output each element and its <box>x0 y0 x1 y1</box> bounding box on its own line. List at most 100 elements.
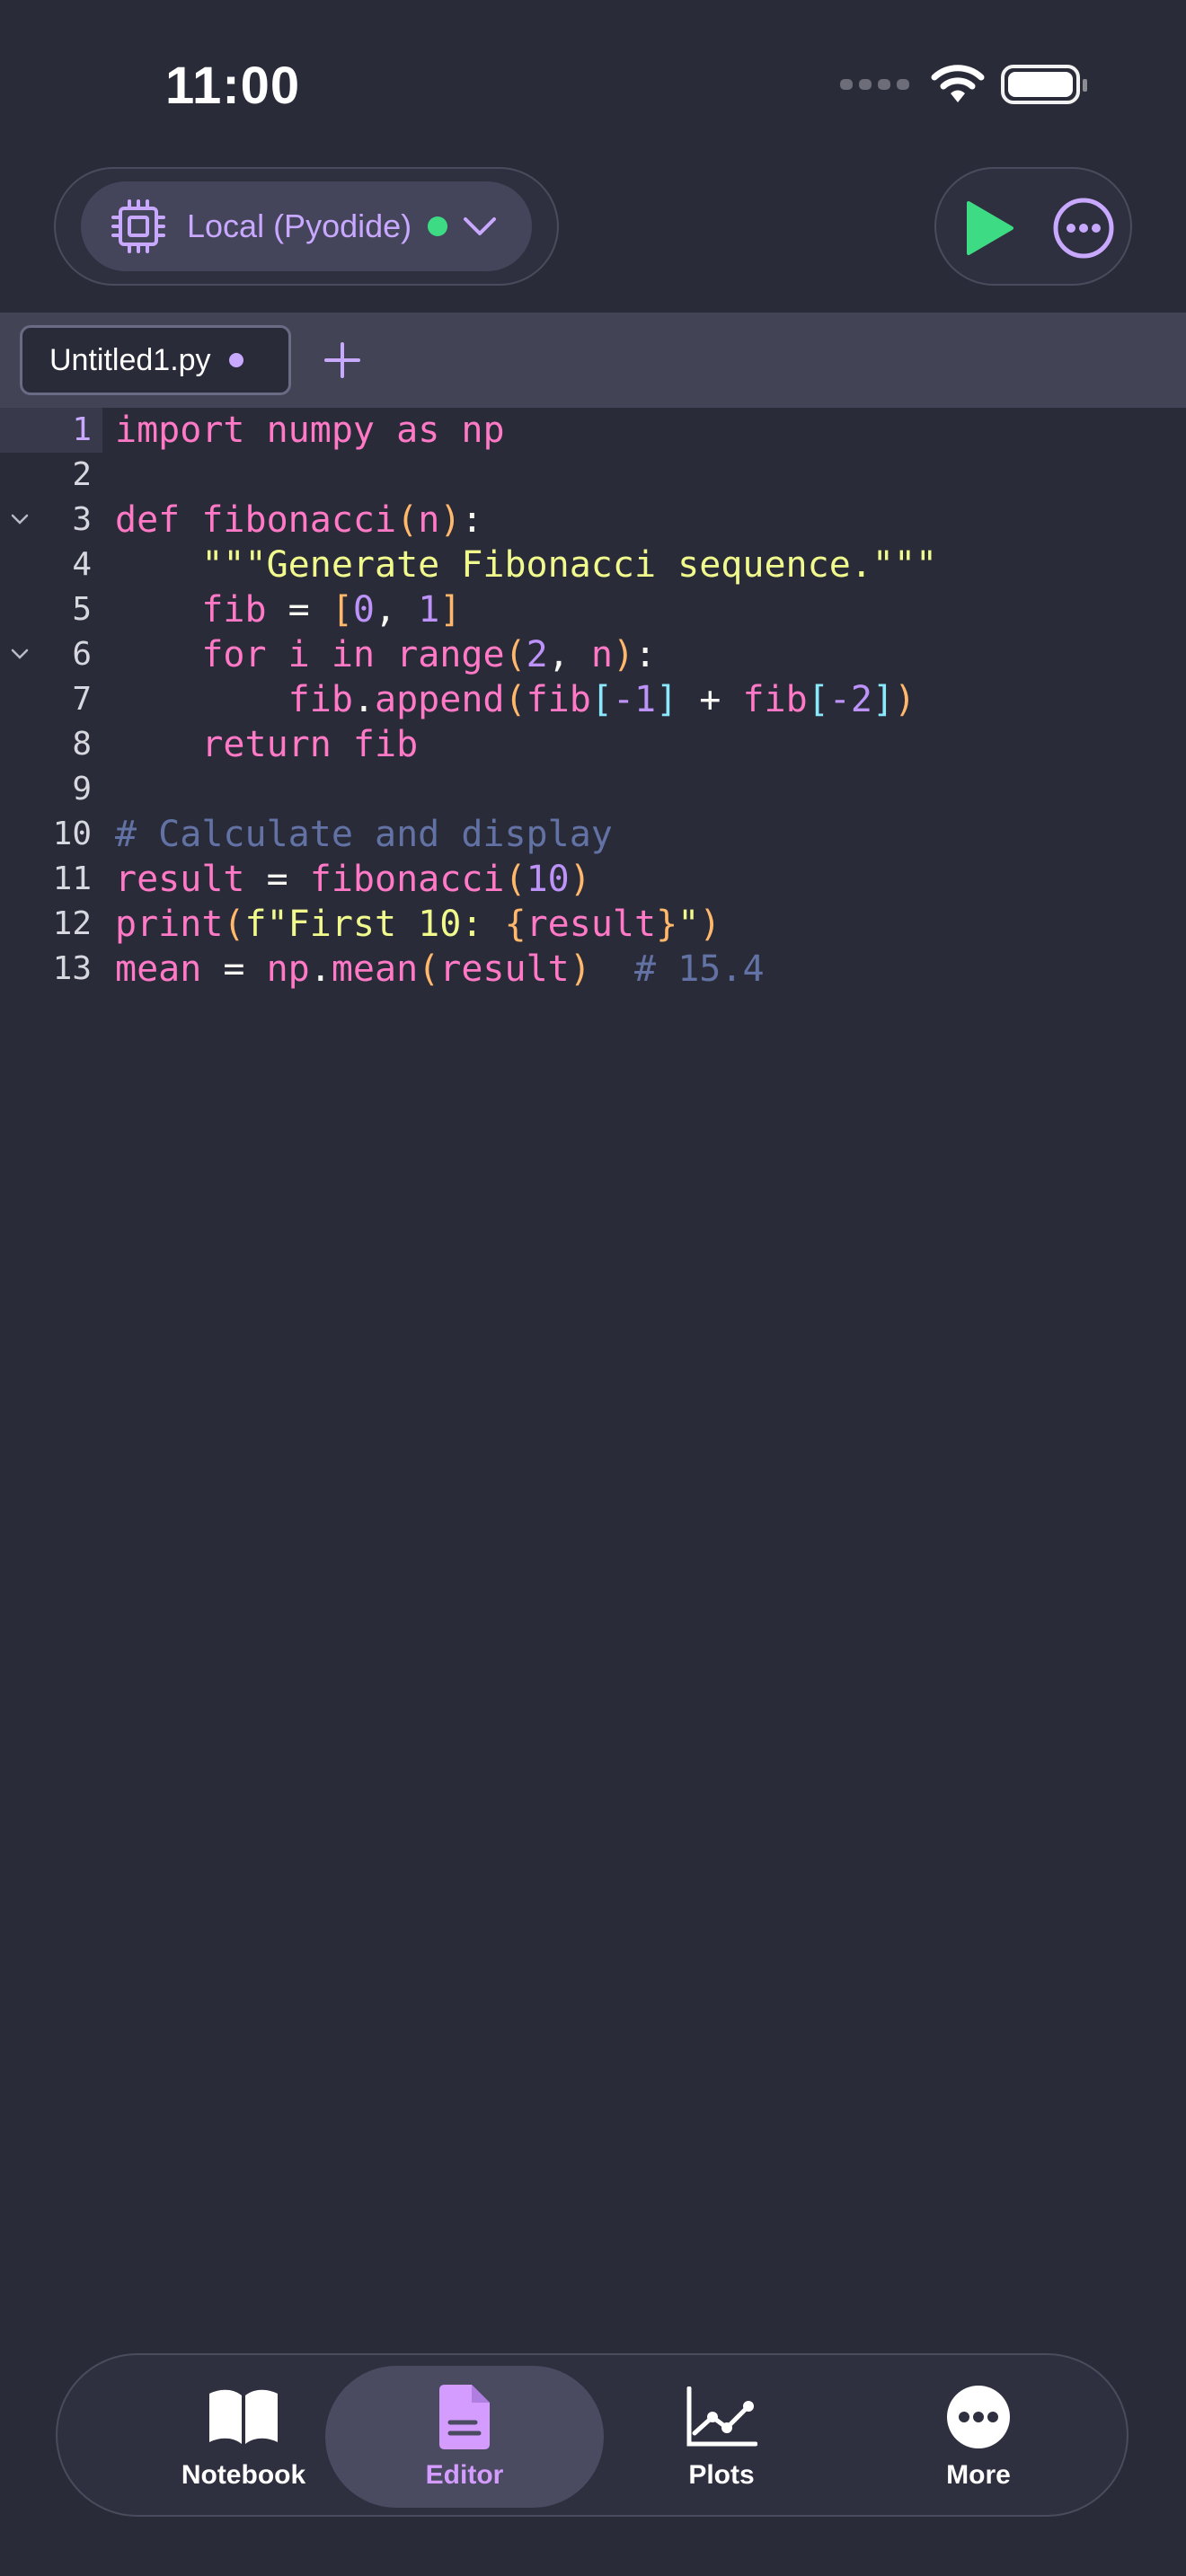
code-line[interactable]: 3 def fibonacci(n): <box>0 498 1186 543</box>
add-tab-button[interactable] <box>320 338 365 383</box>
code-token: , <box>547 634 591 675</box>
line-number: 10 <box>52 816 92 852</box>
file-tab[interactable]: Untitled1.py <box>20 325 291 395</box>
code-line[interactable]: 4 """Generate Fibonacci sequence.""" <box>0 543 1186 587</box>
code-token: ( <box>396 499 419 541</box>
code-token: import <box>115 410 245 451</box>
code-token: ] <box>439 589 462 631</box>
code-token: ] <box>656 679 678 720</box>
code-line[interactable]: 13 mean = np.mean(result) # 15.4 <box>0 947 1186 992</box>
more-icon <box>947 2386 1010 2448</box>
line-number: 12 <box>52 905 92 942</box>
code-line[interactable]: 6 for i in range(2, n): <box>0 632 1186 677</box>
code-token: fib <box>742 679 808 720</box>
file-tab-name: Untitled1.py <box>49 342 211 377</box>
code-token: " <box>677 904 700 945</box>
nav-item-editor[interactable]: Editor <box>325 2366 604 2508</box>
nav-item-more[interactable]: More <box>839 2366 1118 2508</box>
code-text: return fib <box>115 722 418 767</box>
line-number: 4 <box>72 546 92 583</box>
code-token: ) <box>569 948 591 990</box>
code-token: ) <box>894 679 916 720</box>
code-line[interactable]: 9 <box>0 767 1186 812</box>
code-token: = <box>244 859 310 900</box>
code-line[interactable]: 8 return fib <box>0 722 1186 767</box>
code-text: print(f"First 10: {result}") <box>115 902 721 947</box>
cpu-chip-icon <box>111 199 165 253</box>
code-token: -1 <box>612 679 657 720</box>
code-text: # Calculate and display <box>115 812 613 857</box>
run-actions <box>934 167 1132 286</box>
runtime-selector[interactable]: Local (Pyodide) <box>81 181 532 271</box>
code-token: { <box>504 904 527 945</box>
runtime-toolbar: Local (Pyodide) <box>54 167 559 286</box>
code-token: i <box>288 634 310 675</box>
code-token: = <box>201 948 267 990</box>
nav-label: More <box>946 2460 1011 2490</box>
status-time: 11:00 <box>165 57 301 115</box>
unsaved-indicator <box>228 353 243 367</box>
run-button[interactable] <box>954 194 1022 262</box>
editor-screen: 11:00 Local (Pyodide) Untitled1.py 1 imp… <box>0 0 1186 2576</box>
code-token: : <box>461 499 483 541</box>
code-token: fib <box>526 679 591 720</box>
code-line[interactable]: 7 fib.append(fib[-1] + fib[-2]) <box>0 677 1186 722</box>
code-line[interactable]: 11 result = fibonacci(10) <box>0 857 1186 902</box>
chevron-down-icon <box>464 217 497 235</box>
code-token: n <box>418 499 440 541</box>
ellipsis-circle-icon <box>1053 198 1114 259</box>
line-number: 11 <box>52 860 92 897</box>
book-icon <box>209 2389 278 2444</box>
code-token: 1 <box>418 589 440 631</box>
code-editor[interactable]: 1 import numpy as np 2 3 def fibonacci(n): 4 … <box>0 408 1186 1001</box>
code-token: f"First 10: <box>244 904 505 945</box>
code-token: print <box>115 904 224 945</box>
code-token: fibonacci <box>201 499 397 541</box>
code-token: # Calculate and display <box>115 814 613 855</box>
code-line[interactable]: 10 # Calculate and display <box>0 812 1186 857</box>
code-text: """Generate Fibonacci sequence.""" <box>115 543 937 587</box>
line-number: 1 <box>72 411 92 448</box>
code-line[interactable]: 5 fib = [0, 1] <box>0 587 1186 632</box>
code-token: """Generate Fibonacci sequence.""" <box>201 544 938 586</box>
play-icon <box>967 201 1013 255</box>
code-text: fib = [0, 1] <box>115 587 461 632</box>
code-token: ) <box>569 859 591 900</box>
line-number: 13 <box>52 950 92 987</box>
code-token: + <box>677 679 743 720</box>
fold-chevron-icon[interactable] <box>9 643 31 665</box>
code-line[interactable]: 12 print(f"First 10: {result}") <box>0 902 1186 947</box>
code-token: as <box>396 410 440 451</box>
code-token: result <box>439 948 570 990</box>
code-line[interactable]: 1 import numpy as np <box>0 408 1186 453</box>
nav-item-plots[interactable]: Plots <box>582 2366 861 2508</box>
code-token: ( <box>504 679 527 720</box>
more-options-button[interactable] <box>1049 194 1118 262</box>
code-text: mean = np.mean(result) # 15.4 <box>115 947 765 992</box>
code-token: in <box>331 634 376 675</box>
code-token: fib <box>352 724 419 765</box>
line-number: 7 <box>72 681 92 718</box>
bottom-nav: Notebook Editor Plots More <box>56 2353 1128 2517</box>
document-icon <box>439 2385 490 2449</box>
code-token: , <box>375 589 419 631</box>
code-token: : <box>634 634 657 675</box>
code-token: = <box>266 589 332 631</box>
code-token: range <box>396 634 505 675</box>
code-line[interactable]: 2 <box>0 453 1186 498</box>
code-token: ( <box>504 859 527 900</box>
code-token: 10 <box>526 859 570 900</box>
code-token: result <box>115 859 245 900</box>
status-indicators <box>840 65 1087 104</box>
nav-label: Plots <box>688 2460 755 2490</box>
code-token: ( <box>418 948 440 990</box>
code-token: for <box>201 634 267 675</box>
code-token: return <box>201 724 332 765</box>
fold-chevron-icon[interactable] <box>9 508 31 530</box>
